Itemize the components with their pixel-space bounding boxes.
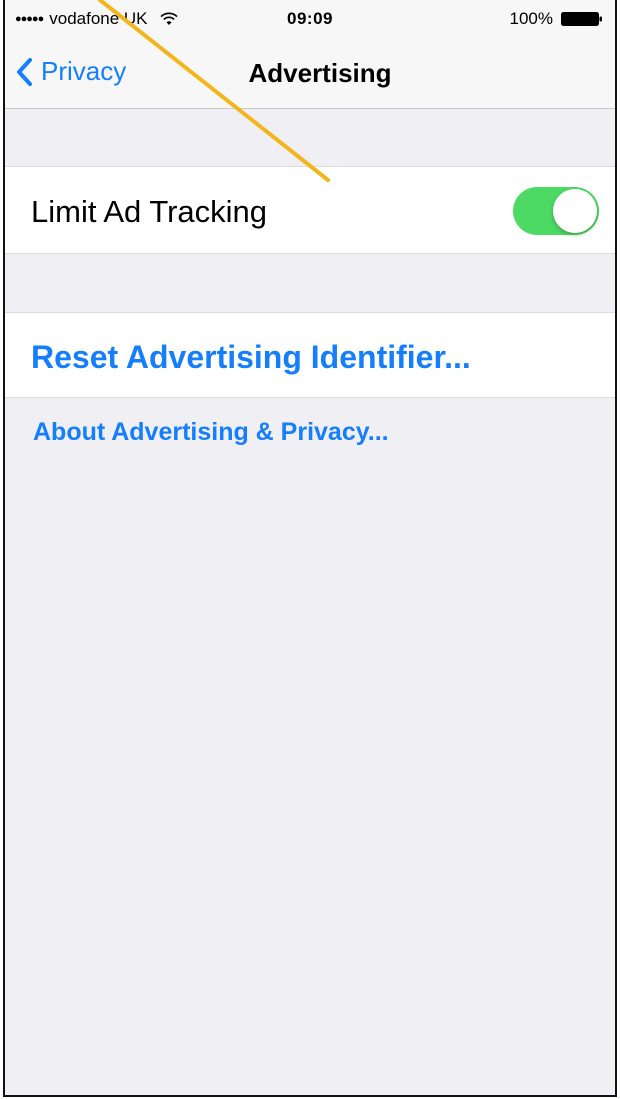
toggle-knob [553, 189, 597, 233]
battery-percentage: 100% [509, 9, 553, 28]
reset-advertising-identifier-row[interactable]: Reset Advertising Identifier... [5, 312, 615, 398]
about-advertising-privacy-link[interactable]: About Advertising & Privacy... [33, 418, 389, 447]
limit-ad-tracking-row: Limit Ad Tracking [5, 166, 615, 254]
limit-ad-tracking-label: Limit Ad Tracking [31, 194, 268, 229]
reset-advertising-identifier-button[interactable]: Reset Advertising Identifier... [31, 339, 471, 376]
status-bar: ●●●●● vodafone UK 09:09 100% [5, 0, 615, 40]
phone-screen: ●●●●● vodafone UK 09:09 100% Privacy Adv… [3, 0, 617, 1097]
status-right: 100% [510, 9, 603, 29]
page-title: Advertising [248, 58, 392, 88]
limit-ad-tracking-toggle[interactable] [513, 187, 599, 235]
battery-icon [561, 12, 602, 26]
navigation-bar: Privacy Advertising [5, 40, 615, 109]
